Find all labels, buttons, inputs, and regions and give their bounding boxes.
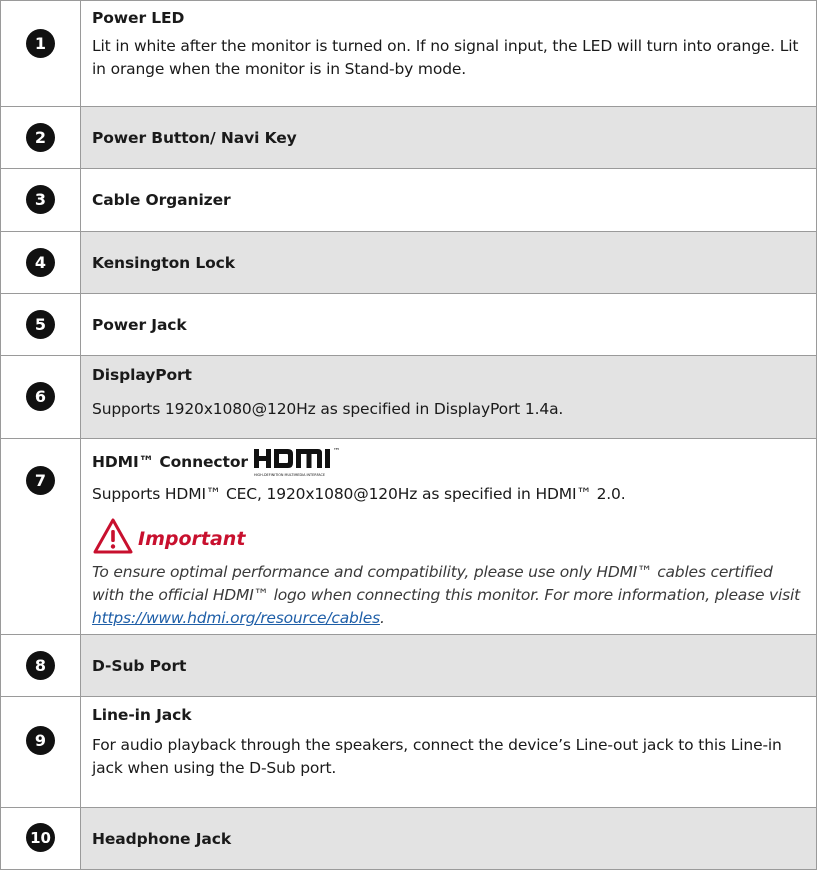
item-description: Supports 1920x1080@120Hz as specified in… — [92, 400, 564, 418]
table-row-dsub: 8 D-Sub Port — [0, 635, 817, 697]
content-cell: Power LED Lit in white after the monitor… — [81, 1, 816, 106]
item-title: DisplayPort — [92, 366, 192, 384]
item-title: D-Sub Port — [92, 656, 187, 675]
number-badge: 9 — [26, 726, 55, 755]
number-badge: 10 — [26, 823, 55, 852]
important-title: Important — [138, 528, 246, 550]
number-badge: 2 — [26, 123, 55, 152]
content-cell: Line-in Jack For audio playback through … — [81, 697, 816, 807]
important-body: To ensure optimal performance and compat… — [92, 563, 800, 604]
number-cell: 8 — [1, 635, 81, 696]
connector-table: 1 Power LED Lit in white after the monit… — [0, 0, 817, 870]
table-row-power-button: 2 Power Button/ Navi Key — [0, 107, 817, 169]
table-row-line-in: 9 Line-in Jack For audio playback throug… — [0, 697, 817, 808]
number-cell: 6 — [1, 356, 81, 438]
number-badge: 3 — [26, 185, 55, 214]
hdmi-subtitle: HIGH-DEFINITION MULTIMEDIA INTERFACE — [254, 473, 325, 477]
important-text: To ensure optimal performance and compat… — [92, 561, 806, 630]
item-title: Kensington Lock — [92, 253, 235, 272]
item-description: For audio playback through the speakers,… — [92, 736, 782, 777]
number-cell: 1 — [1, 1, 81, 106]
number-badge: 1 — [26, 29, 55, 58]
hdmi-logo: ™ HIGH-DEFINITION MULTIMEDIA INTERFACE — [253, 447, 340, 477]
number-badge: 7 — [26, 466, 55, 495]
item-title: Line-in Jack — [92, 706, 192, 724]
warning-triangle-icon — [93, 518, 133, 554]
content-cell: HDMI™ Connector ™ HIGH-DEFINITION MULTIM… — [81, 439, 816, 634]
number-badge: 4 — [26, 248, 55, 277]
item-description: Lit in white after the monitor is turned… — [92, 37, 799, 78]
hdmi-tm: ™ — [333, 447, 340, 455]
item-title: HDMI™ Connector — [92, 453, 248, 471]
number-cell: 4 — [1, 232, 81, 293]
table-row-kensington-lock: 4 Kensington Lock — [0, 232, 817, 294]
number-cell: 10 — [1, 808, 81, 869]
item-title: Power Button/ Navi Key — [92, 128, 297, 147]
table-row-cable-organizer: 3 Cable Organizer — [0, 169, 817, 232]
content-cell: Kensington Lock — [81, 232, 816, 293]
important-header: Important — [92, 517, 806, 555]
content-cell: Power Button/ Navi Key — [81, 107, 816, 168]
item-title: Power LED — [92, 9, 185, 27]
number-cell: 2 — [1, 107, 81, 168]
content-cell: D-Sub Port — [81, 635, 816, 696]
number-cell: 9 — [1, 697, 81, 807]
number-badge: 8 — [26, 651, 55, 680]
number-badge: 6 — [26, 382, 55, 411]
item-description: Supports HDMI™ CEC, 1920x1080@120Hz as s… — [92, 485, 626, 503]
content-cell: DisplayPort Supports 1920x1080@120Hz as … — [81, 356, 816, 438]
table-row-headphone: 10 Headphone Jack — [0, 808, 817, 870]
number-cell: 3 — [1, 169, 81, 231]
table-row-hdmi: 7 HDMI™ Connector ™ HIGH-DEFINITION MULT… — [0, 439, 817, 635]
item-title-line: HDMI™ Connector ™ HIGH-DEFINITION MULTIM… — [92, 445, 806, 479]
item-title: Power Jack — [92, 315, 187, 334]
table-row-displayport: 6 DisplayPort Supports 1920x1080@120Hz a… — [0, 356, 817, 439]
item-title: Headphone Jack — [92, 829, 232, 848]
number-badge: 5 — [26, 310, 55, 339]
table-row-power-jack: 5 Power Jack — [0, 294, 817, 356]
content-cell: Power Jack — [81, 294, 816, 355]
number-cell: 7 — [1, 439, 81, 634]
table-row-power-led: 1 Power LED Lit in white after the monit… — [0, 1, 817, 107]
hdmi-cables-link[interactable]: https://www.hdmi.org/resource/cables — [92, 609, 380, 627]
number-cell: 5 — [1, 294, 81, 355]
content-cell: Headphone Jack — [81, 808, 816, 869]
content-cell: Cable Organizer — [81, 169, 816, 231]
important-end: . — [379, 609, 385, 627]
item-title: Cable Organizer — [92, 191, 231, 209]
